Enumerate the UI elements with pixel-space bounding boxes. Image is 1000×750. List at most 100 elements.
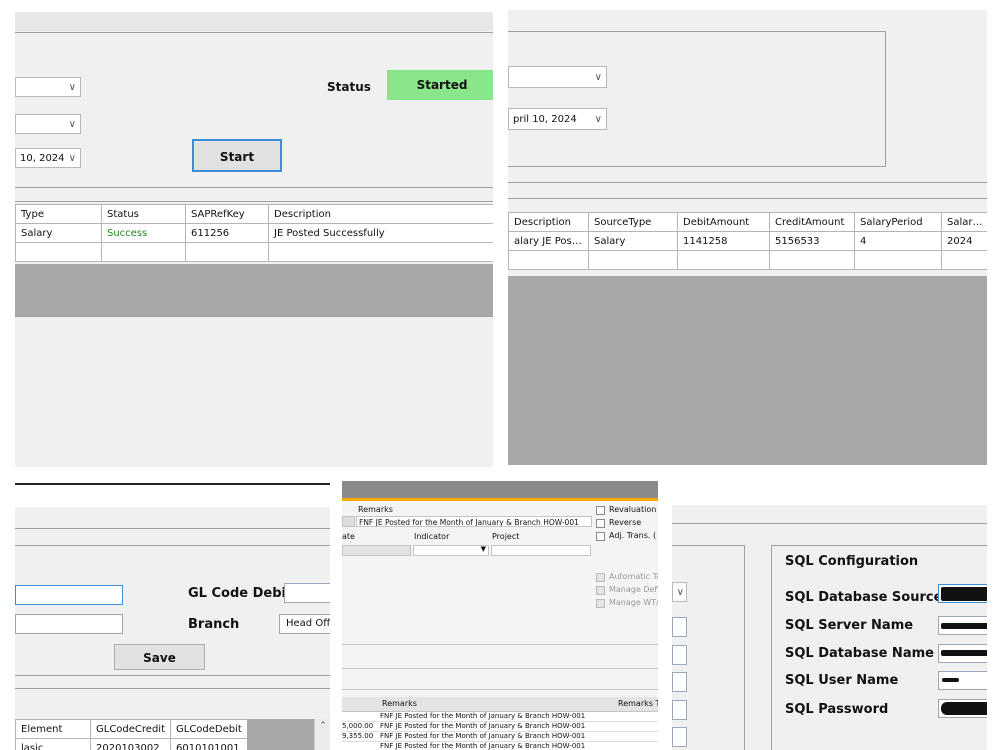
column-header[interactable]: DebitAmount	[677, 212, 770, 232]
table-row[interactable]: lasic 2020103002 6010101001	[15, 738, 248, 750]
cell-sap-ref-key[interactable]: 611256	[185, 223, 269, 243]
manage-def-checkbox[interactable]	[596, 586, 605, 595]
sql-server-name-input[interactable]	[938, 616, 987, 635]
left-input-2[interactable]	[672, 645, 687, 665]
column-header[interactable]: Description	[268, 204, 493, 224]
chevron-up-icon[interactable]: ⌃	[315, 719, 330, 733]
column-header[interactable]: Status	[101, 204, 186, 224]
adj-trans-checkbox[interactable]	[596, 532, 605, 541]
column-header[interactable]: Element	[15, 719, 91, 739]
indicator-column-label: Indicator	[414, 532, 450, 541]
table-row[interactable]	[508, 250, 987, 270]
filter-groupbox	[508, 31, 886, 167]
panel-top-strip	[15, 483, 330, 507]
table-row[interactable]: 5,000.00 FNF JE Posted for the Month of …	[342, 722, 658, 732]
combo-1[interactable]: ∨	[508, 66, 607, 88]
start-button[interactable]: Start	[192, 139, 282, 172]
column-header[interactable]: Description	[508, 212, 589, 232]
table-row[interactable]: 9,355.00 FNF JE Posted for the Month of …	[342, 732, 658, 742]
table-row[interactable]: FNF JE Posted for the Month of January &…	[342, 712, 658, 722]
remarks-field[interactable]: FNF JE Posted for the Month of January &…	[356, 516, 592, 527]
combo-2[interactable]: ∨	[15, 114, 81, 134]
sql-database-source-input[interactable]	[938, 584, 987, 603]
left-input-1[interactable]	[672, 617, 687, 637]
column-header[interactable]: GLCodeDebit	[170, 719, 248, 739]
sql-configuration-panel: ∨ SQL Configuration SQL Database Source …	[672, 505, 987, 750]
gl-code-debit-input[interactable]	[284, 583, 330, 603]
left-input-5[interactable]	[672, 727, 687, 747]
sql-database-name-input[interactable]	[938, 644, 987, 663]
element-input[interactable]	[15, 585, 123, 605]
cell-amount[interactable]: 9,355.00	[342, 732, 373, 740]
chevron-down-icon[interactable]: ∨	[595, 67, 602, 89]
revaluation-checkbox[interactable]	[596, 506, 605, 515]
cell-source-type[interactable]: Salary	[588, 231, 678, 251]
manage-wt-checkbox[interactable]	[596, 599, 605, 608]
indicator-dropdown[interactable]: ▼	[413, 545, 489, 556]
save-button[interactable]: Save	[114, 644, 205, 670]
remarks-template-column-header[interactable]: Remarks T	[618, 699, 658, 708]
cell-gl-code-debit[interactable]: 6010101001	[170, 738, 248, 750]
table-row[interactable]: Salary Success 611256 JE Posted Successf…	[15, 223, 493, 243]
cell-remarks[interactable]: FNF JE Posted for the Month of January &…	[380, 712, 585, 720]
chevron-down-icon[interactable]: ∨	[595, 109, 602, 131]
gl-code-credit-input[interactable]	[15, 614, 123, 634]
sql-database-source-label: SQL Database Source	[785, 590, 943, 605]
remarks-column-header[interactable]: Remarks	[382, 699, 417, 708]
dropdown-arrow-icon[interactable]: ▼	[481, 545, 486, 553]
chevron-down-icon[interactable]: ∨	[69, 149, 76, 169]
cell-credit-amount[interactable]: 5156533	[769, 231, 855, 251]
journal-entry-panel: ∨ pril 10, 2024 ∨ Description SourceType…	[508, 10, 987, 465]
column-header[interactable]: SalaryYe	[941, 212, 987, 232]
date-field[interactable]	[342, 545, 411, 556]
cell-description[interactable]: JE Posted Successfully	[268, 223, 493, 243]
cell-remarks[interactable]: FNF JE Posted for the Month of January &…	[380, 742, 585, 750]
cell-type[interactable]: Salary	[15, 223, 102, 243]
column-header[interactable]: CreditAmount	[769, 212, 855, 232]
project-field[interactable]	[491, 545, 591, 556]
cell-description[interactable]: alary JE Posted...	[508, 231, 589, 251]
cell-salary-year[interactable]: 2024	[941, 231, 987, 251]
cell-status[interactable]: Success	[101, 223, 186, 243]
left-input-4[interactable]	[672, 700, 687, 720]
chevron-down-icon[interactable]: ∨	[69, 78, 76, 98]
combo-1[interactable]: ∨	[672, 582, 687, 602]
divider	[342, 689, 658, 690]
table-row[interactable]: alary JE Posted... Salary 1141258 515653…	[508, 231, 987, 251]
table-row[interactable]	[15, 242, 493, 262]
chevron-down-icon[interactable]: ∨	[69, 115, 76, 135]
date-picker[interactable]: 10, 2024 ∨	[15, 148, 81, 168]
combo-1[interactable]: ∨	[15, 77, 81, 97]
redaction-mark	[941, 702, 987, 715]
column-header[interactable]: Type	[15, 204, 102, 224]
cell-element[interactable]: lasic	[15, 738, 91, 750]
column-header[interactable]: SourceType	[588, 212, 678, 232]
divider	[508, 198, 987, 199]
reverse-checkbox[interactable]	[596, 519, 605, 528]
date-value: 10, 2024	[20, 153, 65, 164]
automatic-tax-checkbox[interactable]	[596, 573, 605, 582]
sql-password-input[interactable]	[938, 699, 987, 718]
cell-debit-amount[interactable]: 1141258	[677, 231, 770, 251]
cell-remarks[interactable]: FNF JE Posted for the Month of January &…	[380, 732, 585, 740]
column-header[interactable]: GLCodeCredit	[90, 719, 171, 739]
gl-mapping-panel: GL Code Debit Branch Head Offi Save Elem…	[15, 483, 330, 750]
scrollbar[interactable]: ⌃	[314, 719, 330, 750]
date-picker[interactable]: pril 10, 2024 ∨	[508, 108, 607, 130]
cell-gl-code-credit[interactable]: 2020103002	[90, 738, 171, 750]
revaluation-label: Revaluation	[609, 505, 657, 514]
cell-amount[interactable]: 5,000.00	[342, 722, 373, 730]
sql-user-name-input[interactable]	[938, 671, 987, 690]
cell-salary-period[interactable]: 4	[854, 231, 942, 251]
column-header[interactable]: SAPRefKey	[185, 204, 269, 224]
table-header-row: Element GLCodeCredit GLCodeDebit	[15, 719, 248, 739]
column-header[interactable]: SalaryPeriod	[854, 212, 942, 232]
branch-select[interactable]: Head Offi	[279, 614, 330, 634]
panel-top-strip	[15, 12, 493, 31]
link-arrow-box[interactable]	[342, 516, 355, 527]
sap-journal-entry-form: Remarks FNF JE Posted for the Month of J…	[342, 481, 658, 750]
chevron-down-icon[interactable]: ∨	[677, 583, 684, 603]
left-input-3[interactable]	[672, 672, 687, 692]
table-row[interactable]: FNF JE Posted for the Month of January &…	[342, 742, 658, 750]
cell-remarks[interactable]: FNF JE Posted for the Month of January &…	[380, 722, 585, 730]
